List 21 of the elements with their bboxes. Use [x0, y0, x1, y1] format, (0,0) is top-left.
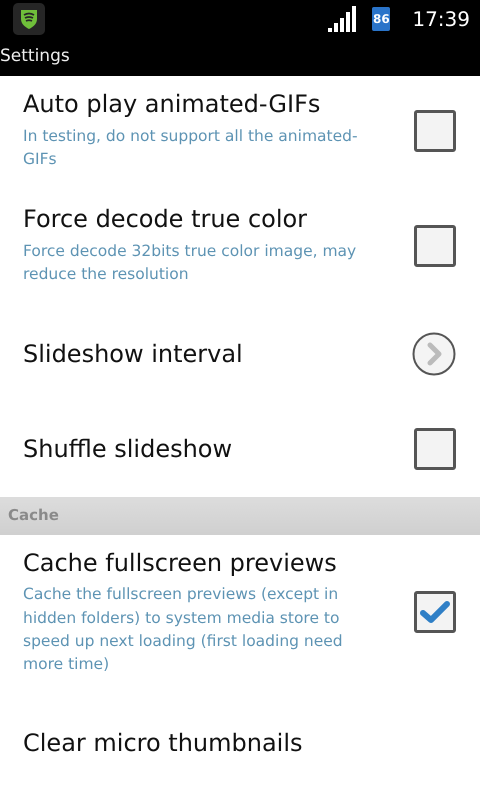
setting-summary: Force decode 32bits true color image, may reduce the resolution — [23, 241, 358, 286]
battery-icon: 86 — [372, 7, 390, 31]
setting-title[interactable]: Auto play animated-GIFs — [23, 90, 384, 119]
checkbox[interactable] — [414, 591, 456, 634]
setting-summary: In testing, do not support all the animated-GIFs — [23, 126, 359, 170]
signal-icon — [328, 6, 358, 32]
chevron-right-icon[interactable] — [412, 332, 456, 376]
setting-title[interactable]: Clear micro thumbnails — [23, 729, 426, 758]
shield-app-icon[interactable] — [13, 3, 45, 35]
setting-title[interactable]: Shuffle slideshow — [23, 434, 384, 464]
checkmark-icon — [420, 600, 450, 624]
checkbox[interactable] — [414, 428, 456, 470]
status-time: 17:39 — [412, 6, 470, 33]
setting-summary: Cache the fullscreen previews (except in hidden folders) to system media store to speed up next loading (first loading need more time) — [23, 584, 344, 676]
setting-title[interactable]: Slideshow interval — [23, 340, 382, 368]
setting-title[interactable]: Force decode true color — [23, 205, 384, 234]
checkbox[interactable] — [414, 224, 456, 267]
screen-title: Settings — [0, 45, 70, 68]
checkbox[interactable] — [414, 110, 456, 152]
category-header: Cache — [0, 496, 480, 535]
setting-title[interactable]: Cache fullscreen previews — [23, 548, 384, 578]
